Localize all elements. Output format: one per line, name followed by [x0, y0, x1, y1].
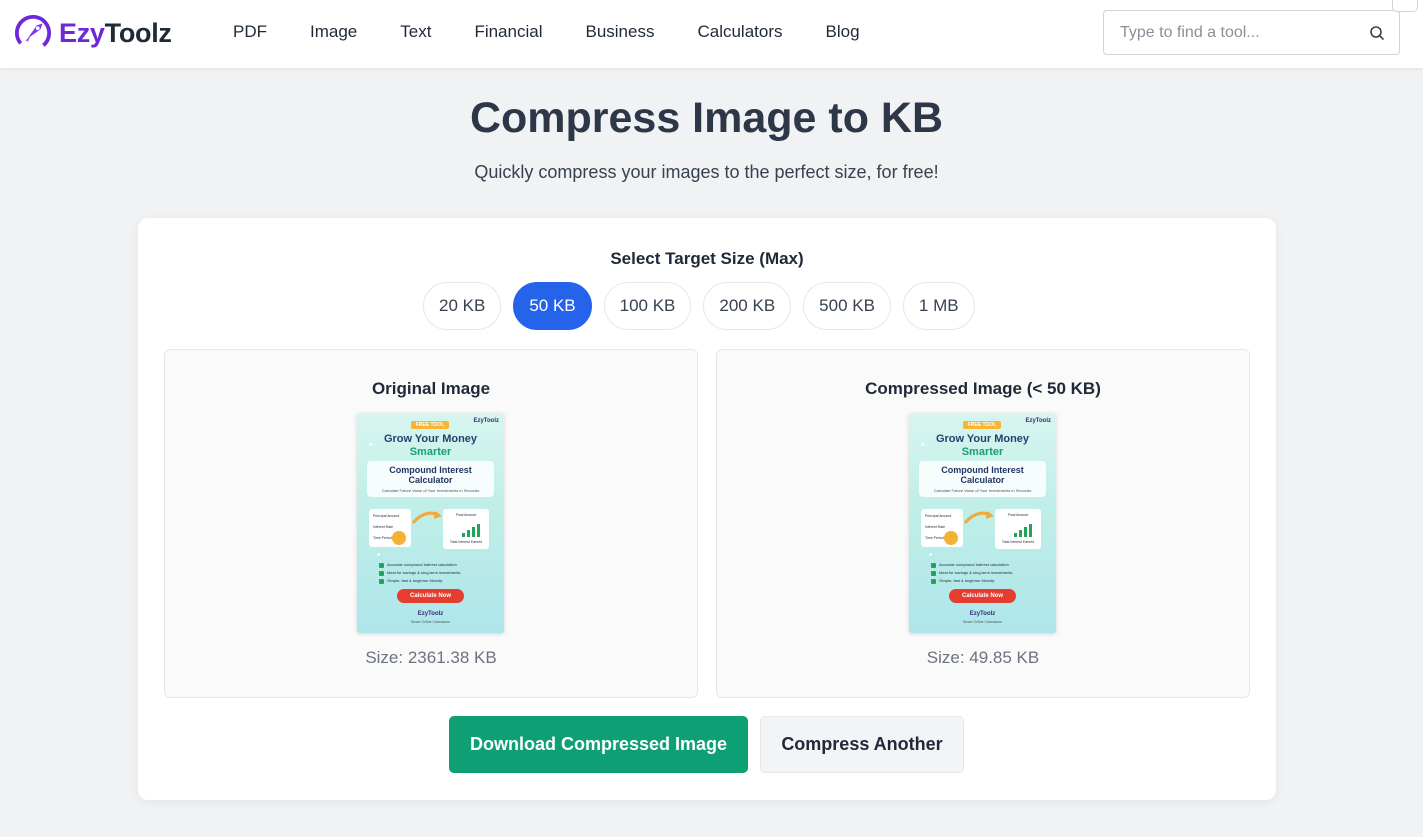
thumbnail-input-label: Time Period — [373, 536, 392, 540]
thumbnail-box-title-1: Compound Interest — [389, 465, 472, 475]
curved-arrow-icon — [411, 511, 442, 525]
thumbnail-footer-tag: Smart Online Calculators — [411, 620, 450, 624]
top-header: EzyToolz PDF Image Text Financial Busine… — [0, 0, 1423, 68]
rocket-logo-icon — [14, 14, 52, 52]
thumbnail-input-label: Principal Amount — [925, 514, 952, 518]
thumbnail-box-title-1: Compound Interest — [941, 465, 1024, 475]
search-icon[interactable] — [1369, 25, 1385, 41]
thumbnail-check-item: Accurate compound interest calculation — [931, 561, 1012, 569]
sparkle — [377, 553, 380, 556]
compressor-card: Select Target Size (Max) 20 KB 50 KB 100… — [138, 218, 1276, 800]
page-title: Compress Image to KB — [469, 94, 944, 142]
nav-business[interactable]: Business — [585, 22, 654, 42]
thumbnail-headline-2: Smarter — [961, 446, 1004, 458]
original-image-panel: Original Image FREE TOOL EzyToolz Grow Y… — [164, 349, 698, 698]
thumbnail-output-label: Final Amount — [455, 513, 477, 517]
original-size: Size: 2361.38 KB — [365, 648, 497, 667]
thumbnail-output-label: Total Interest Earned — [449, 540, 483, 544]
thumbnail-headline-1: Grow Your Money — [383, 433, 478, 445]
compressed-image-panel: Compressed Image (< 50 KB) FREE TOOL Ezy… — [716, 349, 1250, 698]
corner-tab[interactable] — [1392, 0, 1418, 12]
thumbnail-input-label: Interest Rate — [925, 525, 946, 529]
thumbnail-box-title-2: Calculator — [408, 475, 453, 485]
thumbnail-footer-brand: EzyToolz — [969, 611, 996, 617]
original-image-title: Original Image — [371, 379, 491, 398]
curved-arrow-icon — [963, 511, 994, 525]
thumbnail-checklist: Accurate compound interest calculation I… — [931, 561, 1012, 585]
thumbnail-box-sub: Calculate Future Value of Your Investmen… — [933, 488, 1032, 493]
nav-blog[interactable]: Blog — [826, 22, 860, 42]
thumbnail-headline-1: Grow Your Money — [935, 433, 1030, 445]
size-option-1mb[interactable]: 1 MB — [902, 282, 975, 330]
thumbnail-check-item: Ideal for savings & long-term investment… — [931, 569, 1012, 577]
compressed-image-preview: FREE TOOL EzyToolz Grow Your Money Smart… — [909, 413, 1056, 633]
size-option-50kb[interactable]: 50 KB — [513, 282, 592, 330]
bar-chart-icon — [1014, 524, 1032, 537]
thumbnail-check-item: Simple, fast & beginner friendly — [931, 577, 1012, 585]
search-input[interactable] — [1120, 11, 1360, 54]
brand-name-part2: Toolz — [104, 17, 172, 48]
nav-text[interactable]: Text — [400, 22, 431, 42]
nav-image[interactable]: Image — [310, 22, 357, 42]
size-option-200kb[interactable]: 200 KB — [703, 282, 792, 330]
thumbnail-footer-tag: Smart Online Calculators — [963, 620, 1002, 624]
tool-search — [1103, 10, 1400, 55]
brand-name: EzyToolz — [59, 18, 172, 49]
thumbnail-check-item: Simple, fast & beginner friendly — [379, 577, 460, 585]
thumbnail-check-item: Accurate compound interest calculation — [379, 561, 460, 569]
thumbnail-checklist: Accurate compound interest calculation I… — [379, 561, 460, 585]
thumbnail-artwork: FREE TOOL EzyToolz Grow Your Money Smart… — [357, 413, 504, 633]
sparkle — [929, 553, 932, 556]
thumbnail-brand: EzyToolz — [1025, 418, 1051, 424]
main-nav: PDF Image Text Financial Business Calcul… — [233, 0, 903, 64]
thumbnail-output-label: Total Interest Earned — [1001, 540, 1035, 544]
coins-icon — [392, 531, 406, 545]
download-compressed-button[interactable]: Download Compressed Image — [449, 716, 748, 773]
thumbnail-title-box: Compound Interest Calculator Calculate F… — [919, 461, 1046, 497]
nav-calculators[interactable]: Calculators — [697, 22, 782, 42]
coins-icon — [944, 531, 958, 545]
target-size-label: Select Target Size (Max) — [610, 249, 804, 268]
brand-name-part1: Ezy — [59, 17, 105, 48]
original-image-preview: FREE TOOL EzyToolz Grow Your Money Smart… — [357, 413, 504, 633]
thumbnail-title-box: Compound Interest Calculator Calculate F… — [367, 461, 494, 497]
size-option-500kb[interactable]: 500 KB — [803, 282, 891, 330]
size-option-100kb[interactable]: 100 KB — [603, 282, 692, 330]
thumbnail-artwork: FREE TOOL EzyToolz Grow Your Money Smart… — [909, 413, 1056, 633]
thumbnail-box-title-2: Calculator — [960, 475, 1005, 485]
page-subtitle: Quickly compress your images to the perf… — [474, 162, 939, 182]
action-buttons: Download Compressed Image Compress Anoth… — [449, 716, 964, 773]
thumbnail-check-item: Ideal for savings & long-term investment… — [379, 569, 460, 577]
thumbnail-headline-2: Smarter — [409, 446, 452, 458]
nav-pdf[interactable]: PDF — [233, 22, 267, 42]
logo[interactable]: EzyToolz — [14, 13, 172, 53]
compressed-image-title: Compressed Image (< 50 KB) — [865, 379, 1101, 398]
nav-financial[interactable]: Financial — [474, 22, 542, 42]
free-tool-tag: FREE TOOL — [411, 421, 449, 429]
thumbnail-input-label: Time Period — [925, 536, 944, 540]
thumbnail-footer-brand: EzyToolz — [417, 611, 444, 617]
thumbnail-output-label: Final Amount — [1007, 513, 1029, 517]
target-size-options: 20 KB 50 KB 100 KB 200 KB 500 KB 1 MB — [423, 282, 987, 330]
thumbnail-input-label: Principal Amount — [373, 514, 400, 518]
size-option-20kb[interactable]: 20 KB — [423, 282, 502, 330]
free-tool-tag: FREE TOOL — [963, 421, 1001, 429]
thumbnail-brand: EzyToolz — [473, 418, 499, 424]
thumbnail-box-sub: Calculate Future Value of Your Investmen… — [381, 488, 480, 493]
thumbnail-cta: Calculate Now — [397, 589, 464, 603]
thumbnail-input-label: Interest Rate — [373, 525, 394, 529]
thumbnail-cta: Calculate Now — [949, 589, 1016, 603]
compress-another-button[interactable]: Compress Another — [760, 716, 964, 773]
bar-chart-icon — [462, 524, 480, 537]
compressed-size: Size: 49.85 KB — [926, 648, 1040, 667]
